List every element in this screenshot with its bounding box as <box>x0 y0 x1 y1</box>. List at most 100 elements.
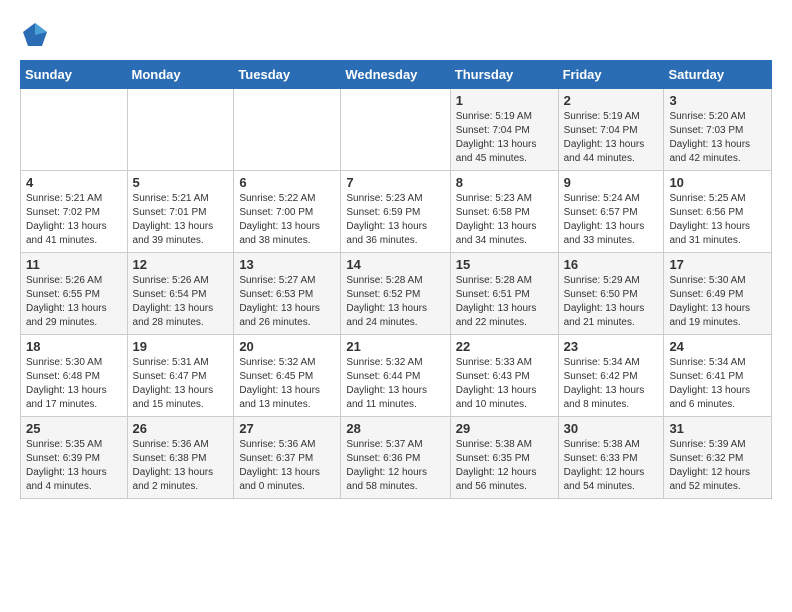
day-info: Sunrise: 5:28 AM Sunset: 6:52 PM Dayligh… <box>346 274 444 330</box>
day-number: 24 <box>669 339 766 354</box>
day-info: Sunrise: 5:34 AM Sunset: 6:41 PM Dayligh… <box>669 356 766 412</box>
day-info: Sunrise: 5:33 AM Sunset: 6:43 PM Dayligh… <box>456 356 553 412</box>
day-number: 30 <box>564 421 659 436</box>
day-number: 13 <box>239 257 335 272</box>
day-number: 14 <box>346 257 444 272</box>
calendar-cell: 7Sunrise: 5:23 AM Sunset: 6:59 PM Daylig… <box>341 171 450 253</box>
day-header-wednesday: Wednesday <box>341 61 450 89</box>
day-info: Sunrise: 5:32 AM Sunset: 6:44 PM Dayligh… <box>346 356 444 412</box>
day-number: 2 <box>564 93 659 108</box>
calendar-cell: 21 Sunrise: 5:32 AM Sunset: 6:44 PM Dayli… <box>341 335 450 417</box>
header-row: SundayMondayTuesdayWednesdayThursdayFrid… <box>21 61 772 89</box>
day-info: Sunrise: 5:30 AM Sunset: 6:49 PM Dayligh… <box>669 274 766 330</box>
calendar-cell: 28 Sunrise: 5:37 AM Sunset: 6:36 PM Dayli… <box>341 417 450 499</box>
day-number: 11 <box>26 257 122 272</box>
calendar-cell: 1Sunrise: 5:19 AM Sunset: 7:04 PM Daylig… <box>450 89 558 171</box>
day-number: 5 <box>133 175 229 190</box>
week-row-0: 1Sunrise: 5:19 AM Sunset: 7:04 PM Daylig… <box>21 89 772 171</box>
day-number: 18 <box>26 339 122 354</box>
day-info: Sunrise: 5:26 AM Sunset: 6:54 PM Dayligh… <box>133 274 229 330</box>
day-number: 19 <box>133 339 229 354</box>
day-info: Sunrise: 5:25 AM Sunset: 6:56 PM Dayligh… <box>669 192 766 248</box>
day-info: Sunrise: 5:30 AM Sunset: 6:48 PM Dayligh… <box>26 356 122 412</box>
day-info: Sunrise: 5:23 AM Sunset: 6:59 PM Dayligh… <box>346 192 444 248</box>
day-info: Sunrise: 5:32 AM Sunset: 6:45 PM Dayligh… <box>239 356 335 412</box>
day-info: Sunrise: 5:29 AM Sunset: 6:50 PM Dayligh… <box>564 274 659 330</box>
week-row-1: 4 Sunrise: 5:21 AM Sunset: 7:02 PM Daylig… <box>21 171 772 253</box>
calendar-cell <box>127 89 234 171</box>
day-header-saturday: Saturday <box>664 61 772 89</box>
calendar-cell: 24 Sunrise: 5:34 AM Sunset: 6:41 PM Dayli… <box>664 335 772 417</box>
day-info: Sunrise: 5:36 AM Sunset: 6:37 PM Dayligh… <box>239 438 335 494</box>
calendar-cell: 9Sunrise: 5:24 AM Sunset: 6:57 PM Daylig… <box>558 171 664 253</box>
day-info: Sunrise: 5:21 AM Sunset: 7:01 PM Dayligh… <box>133 192 229 248</box>
page-header <box>20 20 772 50</box>
day-number: 6 <box>239 175 335 190</box>
day-number: 25 <box>26 421 122 436</box>
day-info: Sunrise: 5:34 AM Sunset: 6:42 PM Dayligh… <box>564 356 659 412</box>
day-info: Sunrise: 5:26 AM Sunset: 6:55 PM Dayligh… <box>26 274 122 330</box>
day-info: Sunrise: 5:36 AM Sunset: 6:38 PM Dayligh… <box>133 438 229 494</box>
day-info: Sunrise: 5:19 AM Sunset: 7:04 PM Dayligh… <box>456 110 553 166</box>
day-info: Sunrise: 5:28 AM Sunset: 6:51 PM Dayligh… <box>456 274 553 330</box>
calendar-cell: 6 Sunrise: 5:22 AM Sunset: 7:00 PM Daylig… <box>234 171 341 253</box>
day-info: Sunrise: 5:37 AM Sunset: 6:36 PM Dayligh… <box>346 438 444 494</box>
day-info: Sunrise: 5:22 AM Sunset: 7:00 PM Dayligh… <box>239 192 335 248</box>
calendar-cell: 10 Sunrise: 5:25 AM Sunset: 6:56 PM Dayli… <box>664 171 772 253</box>
day-info: Sunrise: 5:38 AM Sunset: 6:35 PM Dayligh… <box>456 438 553 494</box>
day-info: Sunrise: 5:19 AM Sunset: 7:04 PM Dayligh… <box>564 110 659 166</box>
calendar-cell: 2 Sunrise: 5:19 AM Sunset: 7:04 PM Daylig… <box>558 89 664 171</box>
calendar-cell: 22 Sunrise: 5:33 AM Sunset: 6:43 PM Dayli… <box>450 335 558 417</box>
calendar-cell: 16 Sunrise: 5:29 AM Sunset: 6:50 PM Dayli… <box>558 253 664 335</box>
calendar-cell <box>21 89 128 171</box>
day-info: Sunrise: 5:39 AM Sunset: 6:32 PM Dayligh… <box>669 438 766 494</box>
day-number: 21 <box>346 339 444 354</box>
day-info: Sunrise: 5:20 AM Sunset: 7:03 PM Dayligh… <box>669 110 766 166</box>
day-number: 12 <box>133 257 229 272</box>
calendar-cell: 31 Sunrise: 5:39 AM Sunset: 6:32 PM Dayli… <box>664 417 772 499</box>
day-info: Sunrise: 5:23 AM Sunset: 6:58 PM Dayligh… <box>456 192 553 248</box>
calendar-cell: 20 Sunrise: 5:32 AM Sunset: 6:45 PM Dayli… <box>234 335 341 417</box>
calendar-cell: 25 Sunrise: 5:35 AM Sunset: 6:39 PM Dayli… <box>21 417 128 499</box>
calendar-cell: 19 Sunrise: 5:31 AM Sunset: 6:47 PM Dayli… <box>127 335 234 417</box>
calendar-cell: 15 Sunrise: 5:28 AM Sunset: 6:51 PM Dayli… <box>450 253 558 335</box>
day-number: 17 <box>669 257 766 272</box>
day-header-friday: Friday <box>558 61 664 89</box>
week-row-4: 25 Sunrise: 5:35 AM Sunset: 6:39 PM Dayli… <box>21 417 772 499</box>
day-number: 20 <box>239 339 335 354</box>
day-number: 26 <box>133 421 229 436</box>
day-info: Sunrise: 5:21 AM Sunset: 7:02 PM Dayligh… <box>26 192 122 248</box>
calendar-cell: 17 Sunrise: 5:30 AM Sunset: 6:49 PM Dayli… <box>664 253 772 335</box>
day-number: 10 <box>669 175 766 190</box>
day-info: Sunrise: 5:31 AM Sunset: 6:47 PM Dayligh… <box>133 356 229 412</box>
calendar-cell: 26 Sunrise: 5:36 AM Sunset: 6:38 PM Dayli… <box>127 417 234 499</box>
logo <box>20 20 54 50</box>
day-number: 22 <box>456 339 553 354</box>
day-header-monday: Monday <box>127 61 234 89</box>
calendar-cell: 5 Sunrise: 5:21 AM Sunset: 7:01 PM Daylig… <box>127 171 234 253</box>
day-number: 28 <box>346 421 444 436</box>
day-number: 16 <box>564 257 659 272</box>
day-info: Sunrise: 5:24 AM Sunset: 6:57 PM Dayligh… <box>564 192 659 248</box>
day-header-thursday: Thursday <box>450 61 558 89</box>
calendar-cell: 23 Sunrise: 5:34 AM Sunset: 6:42 PM Dayli… <box>558 335 664 417</box>
day-header-sunday: Sunday <box>21 61 128 89</box>
day-number: 4 <box>26 175 122 190</box>
calendar-cell: 8Sunrise: 5:23 AM Sunset: 6:58 PM Daylig… <box>450 171 558 253</box>
logo-icon <box>20 20 50 50</box>
calendar-cell: 13Sunrise: 5:27 AM Sunset: 6:53 PM Dayli… <box>234 253 341 335</box>
week-row-3: 18 Sunrise: 5:30 AM Sunset: 6:48 PM Dayli… <box>21 335 772 417</box>
calendar-cell: 14 Sunrise: 5:28 AM Sunset: 6:52 PM Dayli… <box>341 253 450 335</box>
day-number: 3 <box>669 93 766 108</box>
day-header-tuesday: Tuesday <box>234 61 341 89</box>
day-number: 15 <box>456 257 553 272</box>
day-info: Sunrise: 5:38 AM Sunset: 6:33 PM Dayligh… <box>564 438 659 494</box>
calendar-cell: 11 Sunrise: 5:26 AM Sunset: 6:55 PM Dayli… <box>21 253 128 335</box>
calendar-cell: 30 Sunrise: 5:38 AM Sunset: 6:33 PM Dayli… <box>558 417 664 499</box>
day-number: 29 <box>456 421 553 436</box>
day-number: 23 <box>564 339 659 354</box>
day-number: 27 <box>239 421 335 436</box>
calendar-table: SundayMondayTuesdayWednesdayThursdayFrid… <box>20 60 772 499</box>
day-info: Sunrise: 5:35 AM Sunset: 6:39 PM Dayligh… <box>26 438 122 494</box>
day-number: 31 <box>669 421 766 436</box>
